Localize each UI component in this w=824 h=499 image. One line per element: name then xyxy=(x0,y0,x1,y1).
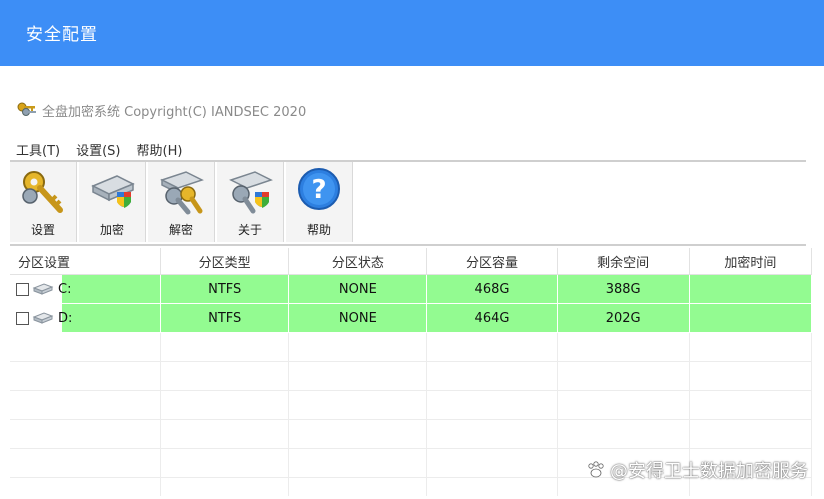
help-icon: ? xyxy=(298,168,340,210)
encrypt-button[interactable]: 加密 xyxy=(79,162,146,242)
col-free[interactable]: 剩余空间 xyxy=(558,248,690,274)
empty-row xyxy=(10,391,812,420)
shield-drive-icon xyxy=(91,175,135,208)
settings-label: 设置 xyxy=(30,223,55,237)
menu-settings[interactable]: 设置(S) xyxy=(76,140,120,159)
col-capacity[interactable]: 分区容量 xyxy=(427,248,558,274)
drive-icon xyxy=(32,312,54,324)
col-status[interactable]: 分区状态 xyxy=(289,248,428,274)
free-cell: 202G xyxy=(558,304,690,332)
drive-label: D: xyxy=(58,310,73,326)
toolbar: 设置 加密 解密 关于 ? 帮助 xyxy=(10,162,355,244)
drive-icon xyxy=(32,283,54,295)
capacity-cell: 468G xyxy=(427,275,558,303)
drive-label: C: xyxy=(58,281,72,297)
settings-button[interactable]: 设置 xyxy=(10,162,77,242)
title-bar: 安全配置 xyxy=(0,0,824,66)
app-title-row: 全盘加密系统 Copyright(C) IANDSEC 2020 xyxy=(16,100,306,120)
empty-row xyxy=(10,420,812,449)
row-checkbox[interactable] xyxy=(16,311,29,325)
partition-cell: D: xyxy=(10,304,162,332)
col-encrypt-time[interactable]: 加密时间 xyxy=(690,248,812,274)
key-shield-icon xyxy=(229,171,273,214)
paw-icon xyxy=(588,461,604,478)
free-cell: 388G xyxy=(558,275,690,303)
partition-cell: C: xyxy=(10,275,162,303)
capacity-cell: 464G xyxy=(427,304,558,332)
watermark-text: @安得卫士数据加密服务 xyxy=(610,461,808,482)
row-checkbox[interactable] xyxy=(16,282,29,296)
table-header: 分区设置 分区类型 分区状态 分区容量 剩余空间 加密时间 xyxy=(10,248,812,275)
status-cell: NONE xyxy=(289,275,428,303)
encrypt-label: 加密 xyxy=(99,223,124,237)
toolbar-divider xyxy=(10,244,806,246)
table-row[interactable]: D: NTFS NONE 464G 202G xyxy=(10,304,812,333)
empty-row xyxy=(10,362,812,391)
type-cell: NTFS xyxy=(161,304,290,332)
menu-help[interactable]: 帮助(H) xyxy=(137,140,183,159)
about-label: 关于 xyxy=(237,223,262,237)
col-type[interactable]: 分区类型 xyxy=(161,248,290,274)
type-cell: NTFS xyxy=(161,275,290,303)
help-label: 帮助 xyxy=(306,223,331,237)
menu-bar: 工具(T) 设置(S) 帮助(H) xyxy=(16,140,198,159)
time-cell xyxy=(690,275,812,303)
time-cell xyxy=(690,304,812,332)
col-partition[interactable]: 分区设置 xyxy=(10,248,162,274)
status-cell: NONE xyxy=(289,304,428,332)
menu-tools[interactable]: 工具(T) xyxy=(16,140,60,159)
about-button[interactable]: 关于 xyxy=(217,162,284,242)
empty-row xyxy=(10,333,812,362)
decrypt-button[interactable]: 解密 xyxy=(148,162,215,242)
keys-icon xyxy=(17,102,36,116)
window-title: 安全配置 xyxy=(26,25,98,45)
key-icon xyxy=(22,171,63,213)
table-row[interactable]: C: NTFS NONE 468G 388G xyxy=(10,275,812,304)
key-decrypt-icon xyxy=(160,171,204,215)
watermark: @安得卫士数据加密服务 xyxy=(586,457,808,483)
app-title: 全盘加密系统 Copyright(C) IANDSEC 2020 xyxy=(42,104,307,120)
svg-text:?: ? xyxy=(311,175,326,205)
decrypt-label: 解密 xyxy=(168,223,193,237)
help-button[interactable]: ? 帮助 xyxy=(286,162,353,242)
